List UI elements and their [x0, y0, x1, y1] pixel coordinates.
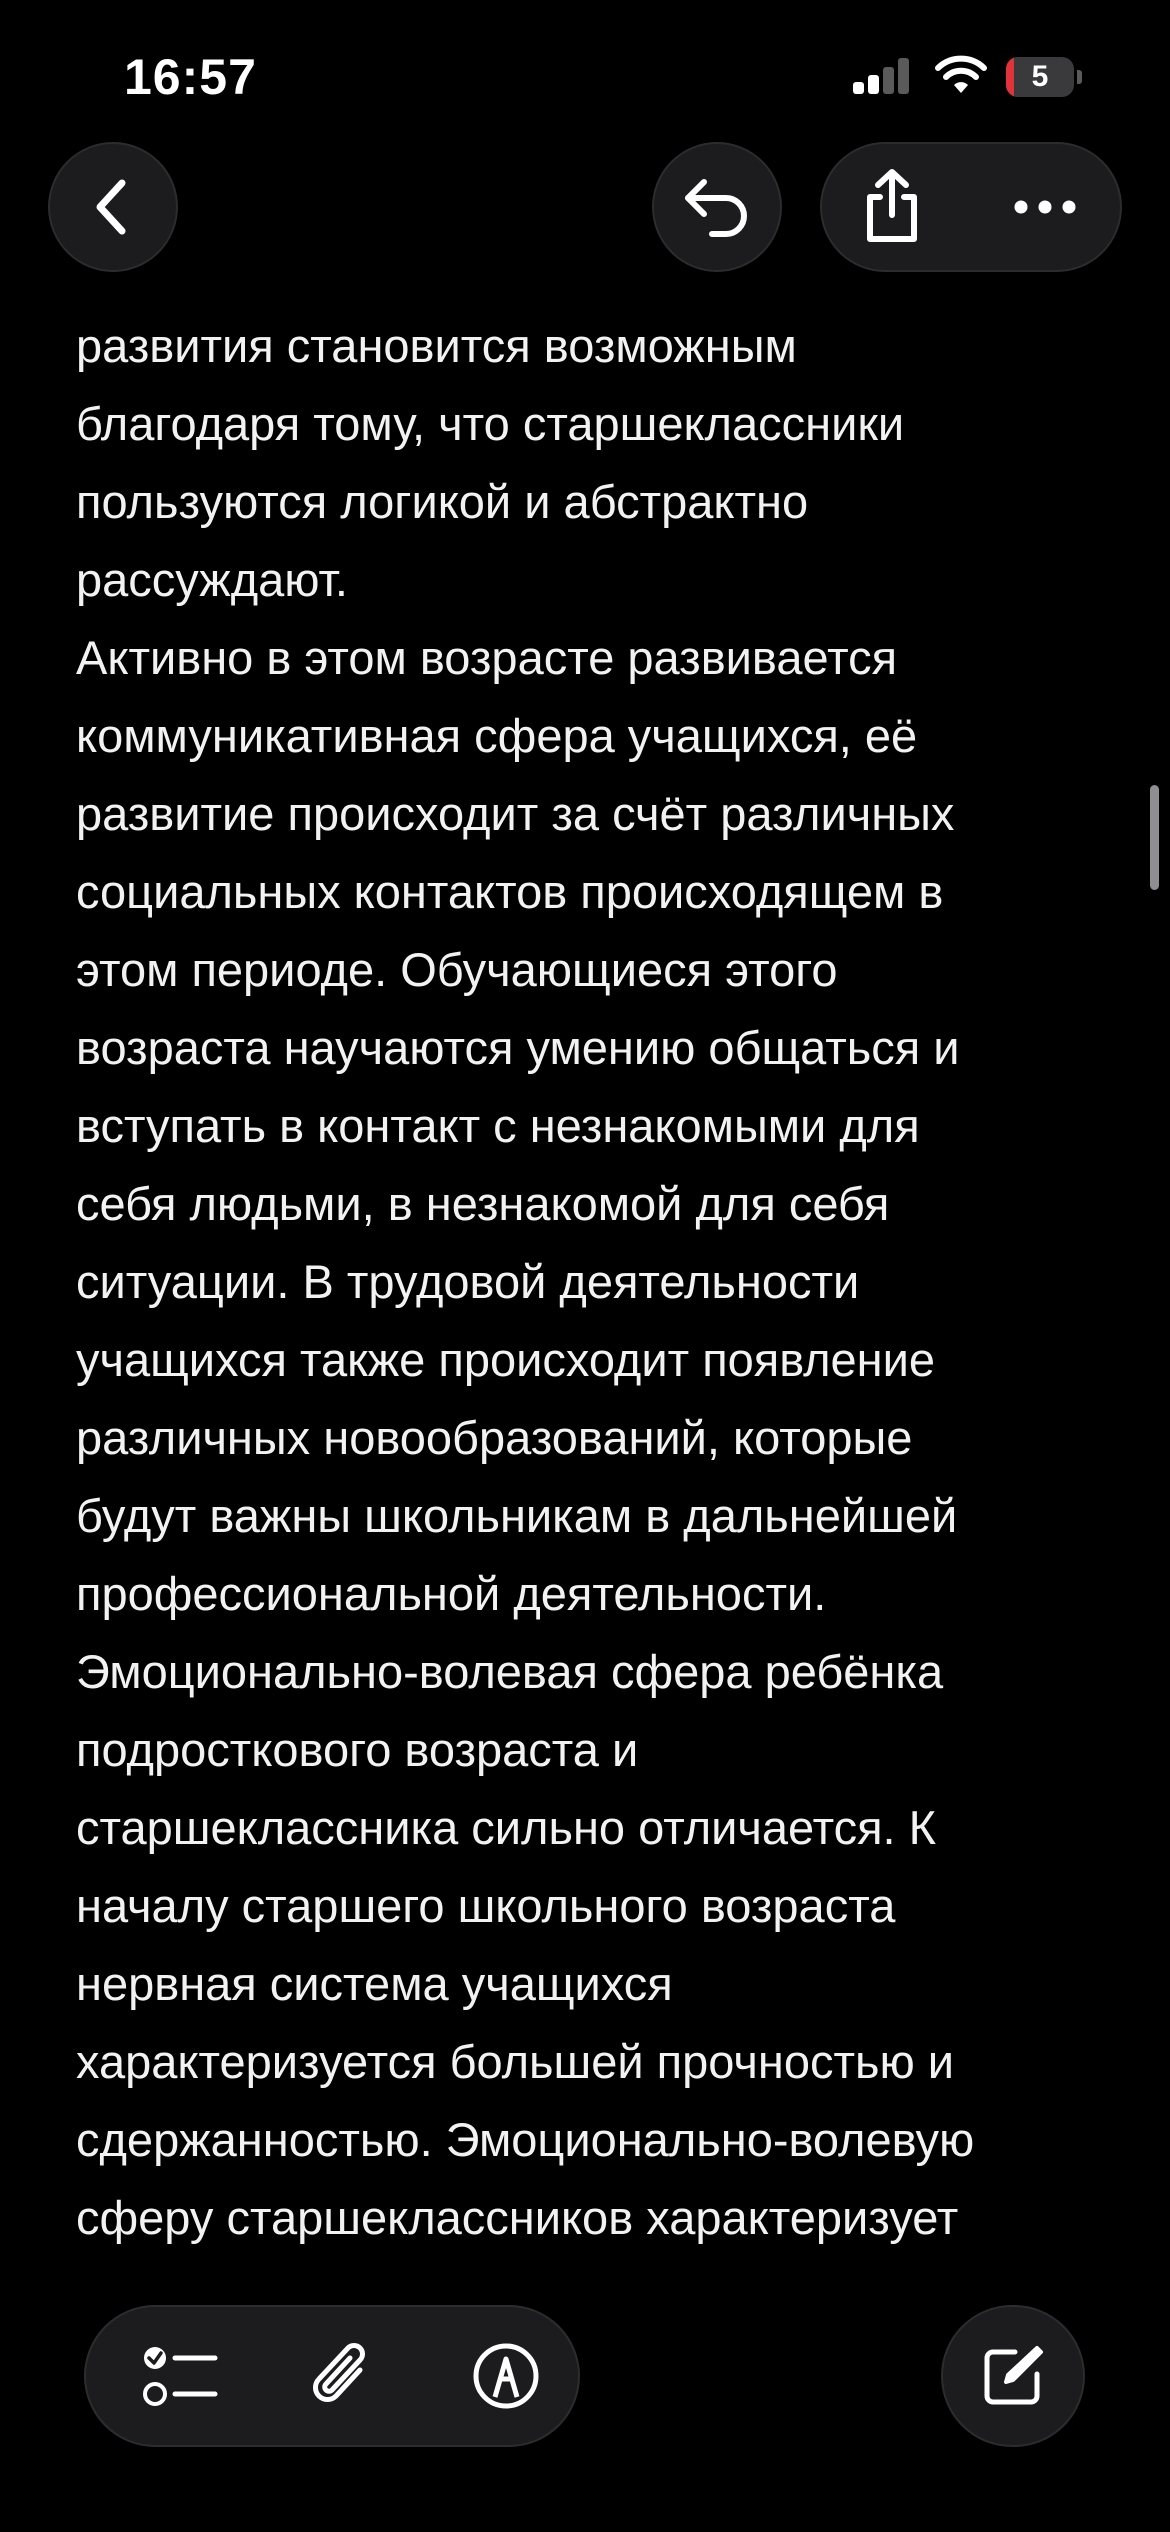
- share-icon: [867, 169, 917, 242]
- note-text-line: этом периоде. Обучающиеся этого: [76, 943, 838, 996]
- attachment-button[interactable]: [272, 2307, 412, 2445]
- vertical-scrollbar[interactable]: [1150, 785, 1159, 890]
- battery-icon: 5: [1006, 57, 1084, 97]
- markup-pen-icon: [473, 2343, 539, 2409]
- back-button[interactable]: [48, 142, 178, 272]
- note-text-line: себя людьми, в незнакомой для себя: [76, 1177, 890, 1230]
- share-button[interactable]: [822, 144, 962, 270]
- checklist-button[interactable]: [110, 2307, 250, 2445]
- compose-icon: [984, 2346, 1043, 2405]
- note-text-line: сдержанностью. Эмоционально-волевую: [76, 2113, 975, 2166]
- note-text-line: характеризуется большей прочностью и: [76, 2035, 955, 2088]
- bottom-toolbar: [84, 2305, 580, 2447]
- battery-level: 5: [1031, 60, 1049, 93]
- status-time: 16:57: [124, 49, 257, 105]
- note-text-line: коммуникативная сфера учащихся, её: [76, 709, 918, 762]
- cellular-signal-icon: [853, 58, 909, 94]
- note-body-text[interactable]: развития становится возможным благодаря т…: [76, 307, 1106, 2257]
- note-text-line: возраста научаются умению общаться и: [76, 1021, 960, 1074]
- ellipsis-icon: [1014, 200, 1076, 214]
- share-more-group: [820, 142, 1122, 272]
- note-text-line: учащихся также происходит появление: [76, 1333, 936, 1386]
- note-text-line: рассуждают.: [76, 553, 348, 606]
- note-text-line: пользуются логикой и абстрактно: [76, 475, 809, 528]
- undo-arrow-icon: [685, 179, 747, 237]
- chevron-left-icon: [96, 179, 126, 235]
- note-text-line: сферу старшеклассников характеризует: [76, 2191, 959, 2244]
- compose-button[interactable]: [941, 2305, 1085, 2447]
- markup-button[interactable]: [436, 2307, 576, 2445]
- note-text-line: подросткового возраста и: [76, 1723, 639, 1776]
- note-text-line: благодаря тому, что старшеклассники: [76, 397, 905, 450]
- checklist-icon: [143, 2347, 218, 2406]
- note-text-line: развитие происходит за счёт различных: [76, 787, 955, 840]
- paperclip-icon: [313, 2343, 365, 2402]
- note-text-line: различных новообразований, которые: [76, 1411, 913, 1464]
- note-text-line: началу старшего школьного возраста: [76, 1879, 896, 1932]
- note-text-line: будут важны школьникам в дальнейшей: [76, 1489, 958, 1542]
- note-text-line: нервная система учащихся: [76, 1957, 673, 2010]
- status-bar: 16:57 5: [0, 0, 1170, 150]
- note-text-line: старшеклассника сильно отличается. К: [76, 1801, 937, 1854]
- more-options-button[interactable]: [970, 144, 1120, 270]
- wifi-icon: [935, 55, 987, 93]
- note-text-line: профессиональной деятельности.: [76, 1567, 827, 1620]
- note-text-line: вступать в контакт с незнакомыми для: [76, 1099, 920, 1152]
- note-text-line: Активно в этом возрасте развивается: [76, 631, 898, 684]
- note-text-line: социальных контактов происходящем в: [76, 865, 944, 918]
- note-text-line: Эмоционально-волевая сфера ребёнка: [76, 1645, 944, 1698]
- note-text-line: развития становится возможным: [76, 319, 797, 372]
- undo-button[interactable]: [652, 142, 782, 272]
- note-text-line: ситуации. В трудовой деятельности: [76, 1255, 860, 1308]
